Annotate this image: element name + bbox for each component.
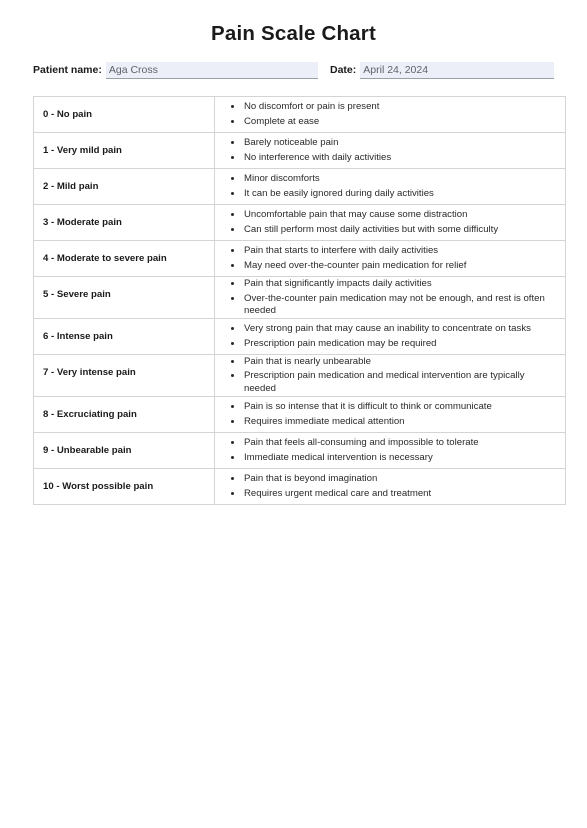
list-item: Prescription pain medication may be requ… xyxy=(243,337,555,351)
pain-level-description: Barely noticeable pain No interference w… xyxy=(214,132,566,169)
pain-scale-table-body: 0 - No pain No discomfort or pain is pre… xyxy=(33,96,566,505)
list-item: Pain that feels all-consuming and imposs… xyxy=(243,436,555,450)
description-list: Pain that is beyond imagination Requires… xyxy=(215,472,565,500)
description-list: Pain that feels all-consuming and imposs… xyxy=(215,436,565,464)
pain-level-description: Pain is so intense that it is difficult … xyxy=(214,395,566,433)
pain-level-label: 2 - Mild pain xyxy=(33,168,215,205)
list-item: No interference with daily activities xyxy=(243,151,555,165)
list-item: Pain that is nearly unbearable xyxy=(243,355,555,369)
list-item: Pain is so intense that it is difficult … xyxy=(243,400,555,414)
table-row: 8 - Excruciating pain Pain is so intense… xyxy=(33,395,566,433)
pain-level-label: 0 - No pain xyxy=(33,96,215,133)
list-item: Can still perform most daily activities … xyxy=(243,223,555,237)
list-item: Complete at ease xyxy=(243,115,555,129)
pain-level-label: 1 - Very mild pain xyxy=(33,132,215,169)
table-row: 4 - Moderate to severe pain Pain that st… xyxy=(33,240,566,277)
pain-level-label: 10 - Worst possible pain xyxy=(33,467,215,505)
list-item: Requires urgent medical care and treatme… xyxy=(243,487,555,501)
table-row: 0 - No pain No discomfort or pain is pre… xyxy=(33,96,566,133)
list-item: Pain that significantly impacts daily ac… xyxy=(243,277,555,291)
list-item: Prescription pain medication and medical… xyxy=(243,369,555,395)
pain-level-description: Pain that is nearly unbearable Prescript… xyxy=(214,353,566,397)
patient-info-form: Patient name: Aga Cross Date: April 24, … xyxy=(33,60,554,79)
table-row: 5 - Severe pain Pain that significantly … xyxy=(33,276,566,319)
table-row: 3 - Moderate pain Uncomfortable pain tha… xyxy=(33,204,566,241)
table-row: 6 - Intense pain Very strong pain that m… xyxy=(33,317,566,355)
list-item: It can be easily ignored during daily ac… xyxy=(243,187,555,201)
pain-level-description: Pain that significantly impacts daily ac… xyxy=(214,276,566,319)
table-row: 1 - Very mild pain Barely noticeable pai… xyxy=(33,132,566,169)
page-title: Pain Scale Chart xyxy=(211,22,376,45)
description-list: Pain that starts to interfere with daily… xyxy=(215,244,565,272)
list-item: Requires immediate medical attention xyxy=(243,415,555,429)
pain-level-label: 5 - Severe pain xyxy=(33,276,215,319)
pain-level-description: Minor discomforts It can be easily ignor… xyxy=(214,168,566,205)
date-field-group: Date: April 24, 2024 xyxy=(330,60,554,79)
pain-level-label: 4 - Moderate to severe pain xyxy=(33,240,215,277)
table-row: 2 - Mild pain Minor discomforts It can b… xyxy=(33,168,566,205)
description-list: Very strong pain that may cause an inabi… xyxy=(215,322,565,350)
list-item: Pain that is beyond imagination xyxy=(243,472,555,486)
date-input[interactable]: April 24, 2024 xyxy=(360,62,554,79)
patient-name-field-group: Patient name: Aga Cross xyxy=(33,60,330,79)
pain-level-label: 7 - Very intense pain xyxy=(33,353,215,397)
list-item: Barely noticeable pain xyxy=(243,136,555,150)
pain-scale-table: 0 - No pain No discomfort or pain is pre… xyxy=(33,96,566,505)
list-item: Uncomfortable pain that may cause some d… xyxy=(243,208,555,222)
description-list: Pain that significantly impacts daily ac… xyxy=(215,277,565,318)
patient-name-input[interactable]: Aga Cross xyxy=(105,62,318,79)
description-list: Pain that is nearly unbearable Prescript… xyxy=(215,355,565,396)
table-row: 9 - Unbearable pain Pain that feels all-… xyxy=(33,431,566,469)
table-row: 7 - Very intense pain Pain that is nearl… xyxy=(33,353,566,397)
list-item: No discomfort or pain is present xyxy=(243,100,555,114)
pain-level-label: 3 - Moderate pain xyxy=(33,204,215,241)
description-list: No discomfort or pain is present Complet… xyxy=(215,100,565,128)
list-item: Minor discomforts xyxy=(243,172,555,186)
pain-level-description: Uncomfortable pain that may cause some d… xyxy=(214,204,566,241)
table-row: 10 - Worst possible pain Pain that is be… xyxy=(33,467,566,505)
pain-level-description: Pain that is beyond imagination Requires… xyxy=(214,467,566,505)
pain-level-description: Very strong pain that may cause an inabi… xyxy=(214,317,566,355)
pain-level-description: Pain that starts to interfere with daily… xyxy=(214,240,566,277)
patient-name-label: Patient name: xyxy=(33,64,102,76)
list-item: Immediate medical intervention is necess… xyxy=(243,451,555,465)
date-label: Date: xyxy=(330,64,357,76)
list-item: Pain that starts to interfere with daily… xyxy=(243,244,555,258)
list-item: May need over-the-counter pain medicatio… xyxy=(243,259,555,273)
pain-level-label: 8 - Excruciating pain xyxy=(33,395,215,433)
pain-level-label: 9 - Unbearable pain xyxy=(33,431,215,469)
description-list: Minor discomforts It can be easily ignor… xyxy=(215,172,565,200)
description-list: Pain is so intense that it is difficult … xyxy=(215,400,565,428)
pain-level-description: Pain that feels all-consuming and imposs… xyxy=(214,431,566,469)
pain-level-description: No discomfort or pain is present Complet… xyxy=(214,96,566,133)
description-list: Barely noticeable pain No interference w… xyxy=(215,136,565,164)
list-item: Over-the-counter pain medication may not… xyxy=(243,292,555,318)
pain-scale-chart-document: Pain Scale Chart Patient name: Aga Cross… xyxy=(0,0,587,828)
pain-level-label: 6 - Intense pain xyxy=(33,317,215,355)
description-list: Uncomfortable pain that may cause some d… xyxy=(215,208,565,236)
list-item: Very strong pain that may cause an inabi… xyxy=(243,322,555,336)
